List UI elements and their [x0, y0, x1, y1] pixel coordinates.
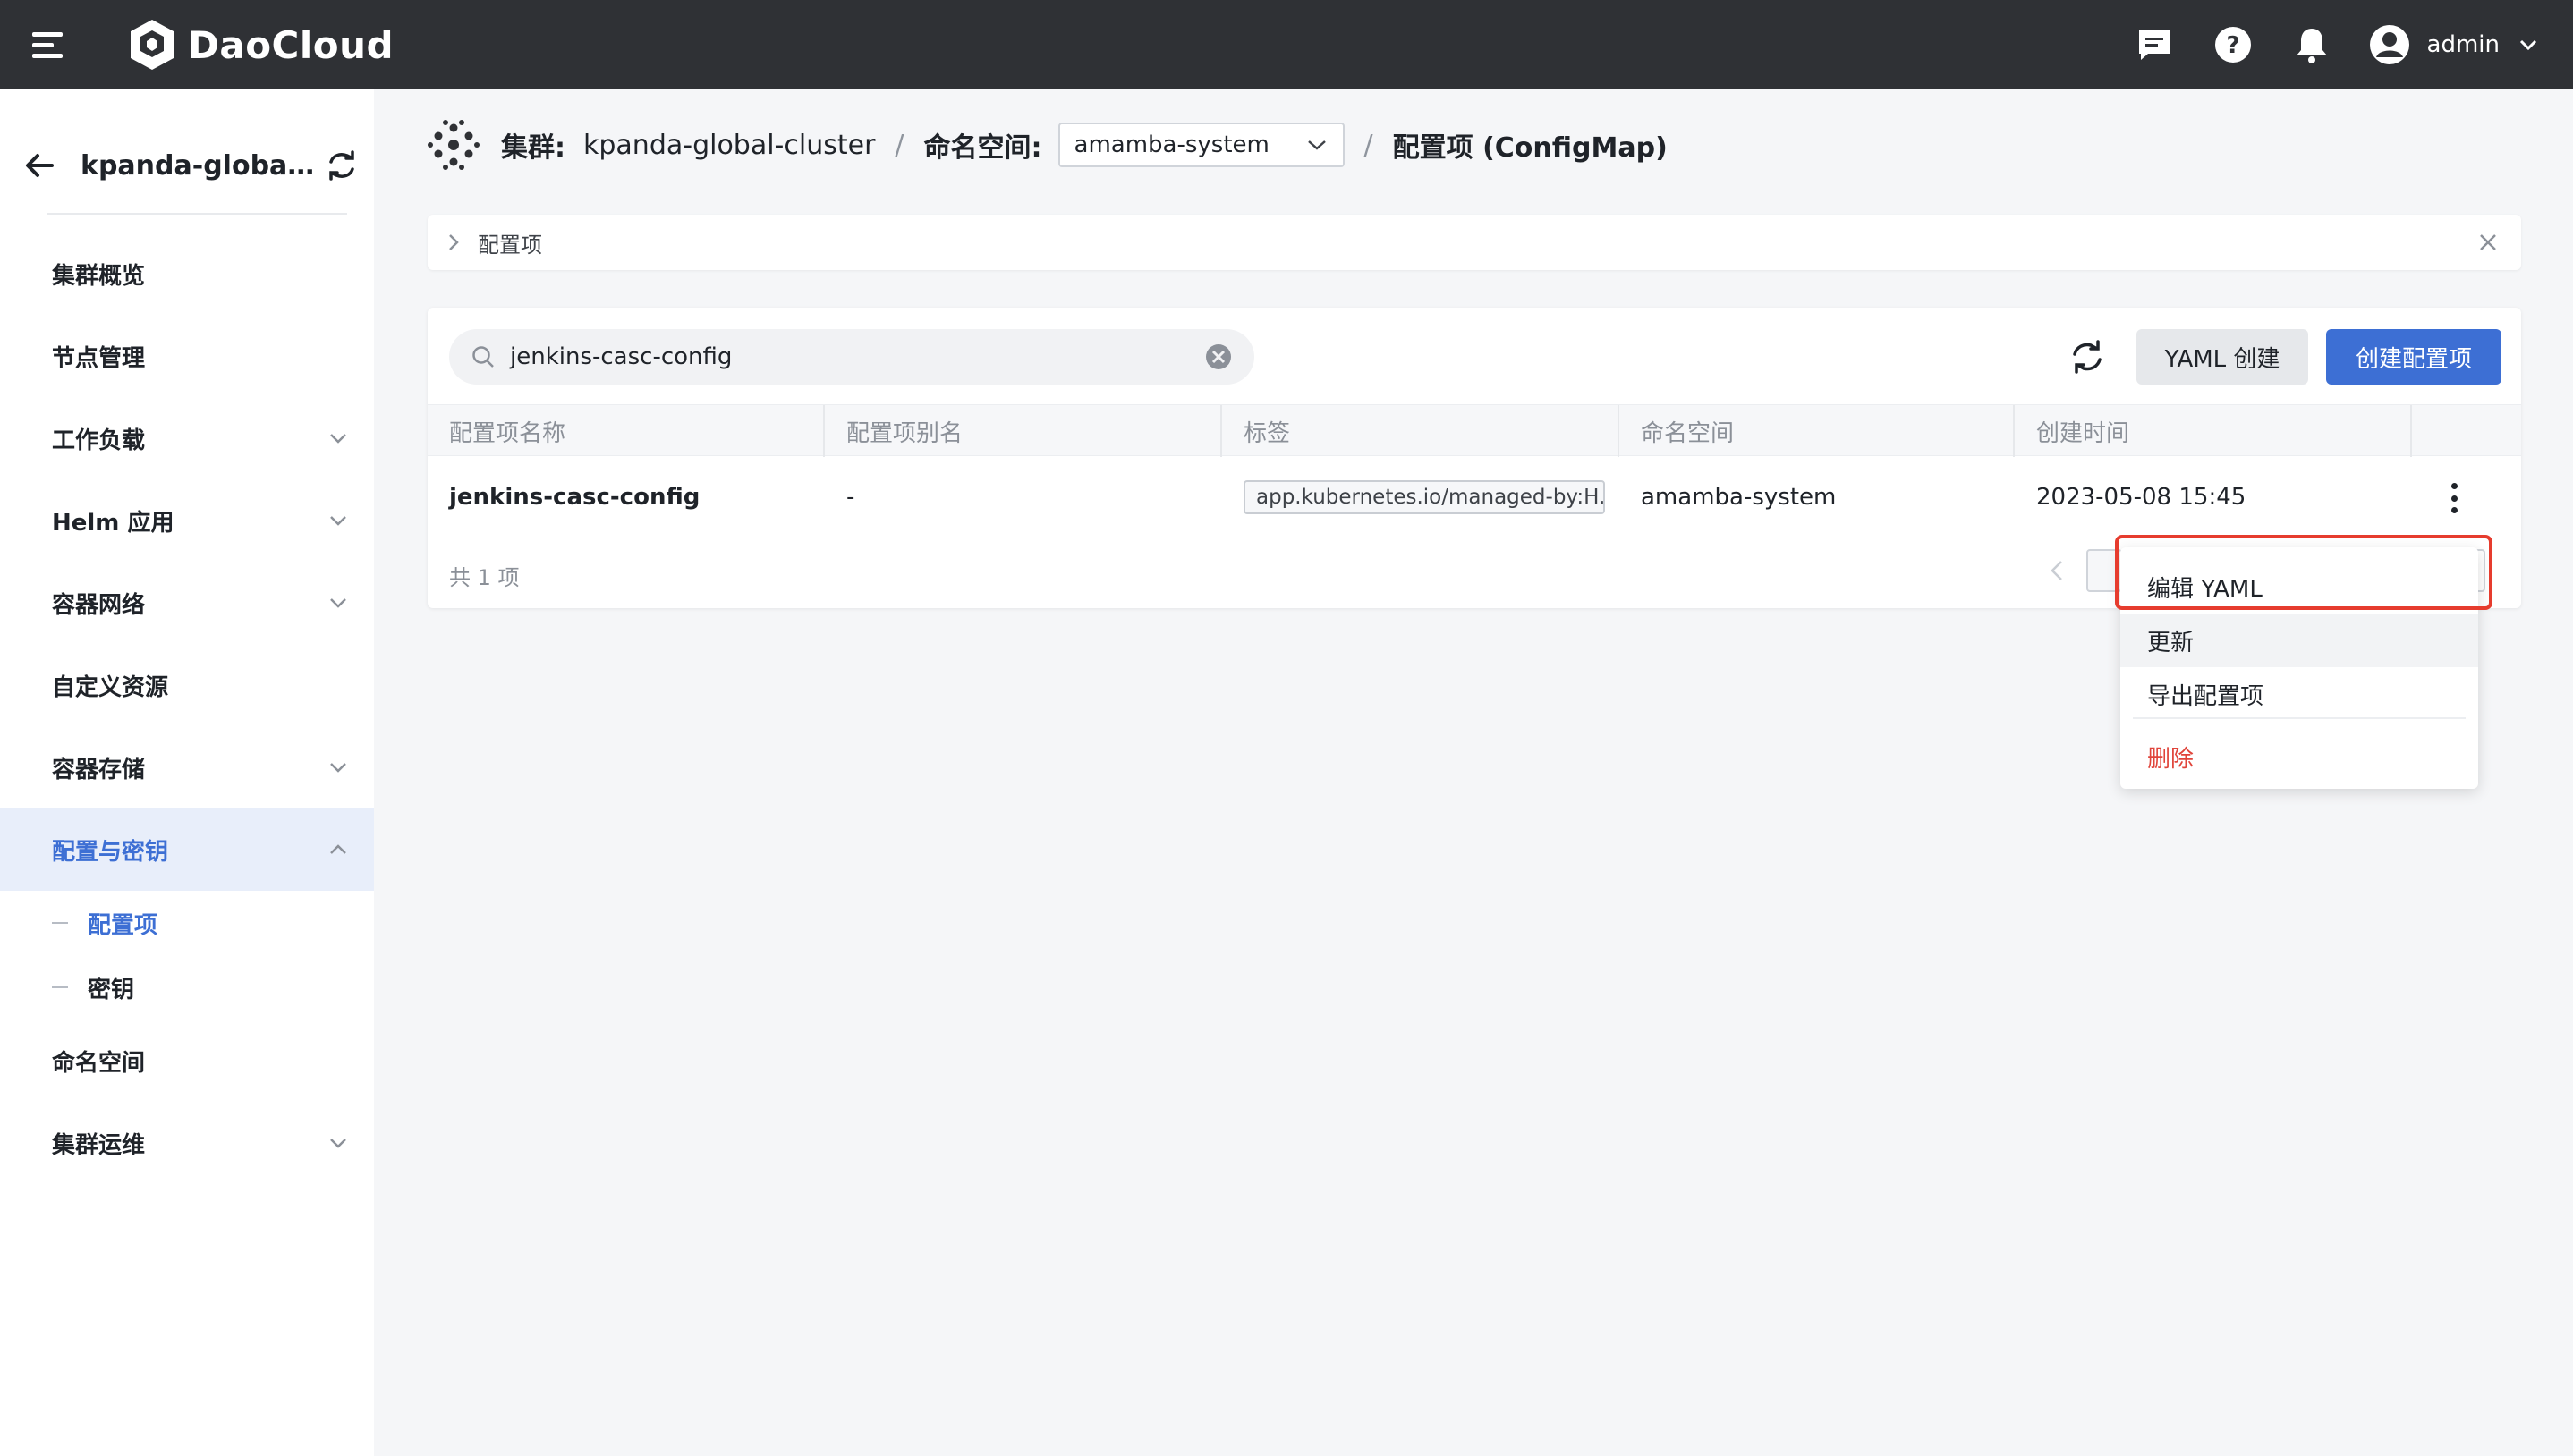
close-icon[interactable] [2476, 231, 2500, 254]
avatar-icon [2369, 25, 2409, 64]
sidebar-subitem-label: 密钥 [88, 976, 135, 1003]
sidebar: kpanda-global-cl... 集群概览 节点管理 工作负载 Helm … [0, 89, 374, 1456]
breadcrumb-separator: / [1363, 129, 1373, 161]
sidebar-item-label: 集群概览 [52, 262, 146, 290]
username: admin [2426, 31, 2500, 58]
sidebar-item-cluster-overview[interactable]: 集群概览 [0, 233, 374, 315]
breadcrumb-cluster[interactable]: kpanda-global-cluster [583, 130, 875, 161]
chevron-up-icon [330, 844, 346, 854]
menu-icon[interactable] [32, 29, 66, 61]
cluster-label: 集群: [501, 132, 565, 164]
sidebar-item-label: 容器存储 [52, 756, 146, 783]
create-configmap-button[interactable]: 创建配置项 [2326, 329, 2501, 385]
switch-cluster-icon[interactable] [324, 148, 360, 183]
sidebar-item-network[interactable]: 容器网络 [0, 562, 374, 644]
column-header-labels[interactable]: 标签 [1222, 405, 1619, 457]
sidebar-item-label: 命名空间 [52, 1049, 146, 1077]
sidebar-item-label: 集群运维 [52, 1131, 146, 1159]
menu-item-edit-yaml[interactable]: 编辑 YAML [2120, 560, 2478, 614]
column-header-actions [2412, 405, 2521, 457]
sidebar-subitem-label: 配置项 [88, 911, 158, 939]
chevron-down-icon [330, 763, 346, 773]
info-bar-label: 配置项 [478, 232, 542, 258]
breadcrumb-separator: / [895, 129, 904, 161]
sidebar-subitem-configmap[interactable]: 配置项 [0, 891, 374, 955]
sidebar-item-label: 配置与密钥 [52, 838, 169, 866]
sidebar-nav: 集群概览 节点管理 工作负载 Helm 应用 容器网络 自定义资源 容器存储 配… [0, 233, 374, 1184]
sidebar-subitem-secret[interactable]: 密钥 [0, 955, 374, 1020]
sidebar-item-label: Helm 应用 [52, 509, 174, 537]
message-icon[interactable] [2132, 22, 2177, 67]
refresh-icon[interactable] [2065, 334, 2110, 379]
user-menu[interactable]: admin [2368, 23, 2537, 66]
sidebar-item-helm-apps[interactable]: Helm 应用 [0, 479, 374, 562]
search-value: jenkins-casc-config [510, 343, 733, 370]
chevron-down-icon [1307, 140, 1326, 150]
menu-item-export[interactable]: 导出配置项 [2120, 667, 2478, 721]
sidebar-item-label: 容器网络 [52, 591, 146, 619]
breadcrumb: 集群: kpanda-global-cluster / 命名空间: amamba… [428, 116, 1668, 174]
cluster-icon [428, 120, 480, 170]
more-actions-icon[interactable] [2441, 483, 2467, 513]
help-icon[interactable]: ? [2211, 22, 2255, 67]
chevron-down-icon [330, 434, 346, 444]
brand-name: DaoCloud [188, 22, 395, 67]
menu-item-delete[interactable]: 删除 [2120, 730, 2478, 783]
info-bar: 配置项 [428, 215, 2521, 270]
chevron-left-icon[interactable] [2047, 558, 2068, 583]
sidebar-item-label: 工作负载 [52, 427, 146, 454]
sidebar-item-workloads[interactable]: 工作负载 [0, 397, 374, 479]
sidebar-item-nodes[interactable]: 节点管理 [0, 315, 374, 397]
cell-created: 2023-05-08 15:45 [2036, 484, 2246, 511]
chevron-down-icon [2519, 39, 2537, 51]
search-input[interactable]: jenkins-casc-config [449, 329, 1254, 385]
top-actions: ? admin [2098, 16, 2537, 73]
sidebar-item-namespaces[interactable]: 命名空间 [0, 1020, 374, 1102]
page-title: 配置项 (ConfigMap) [1392, 132, 1668, 164]
sidebar-item-config-secrets[interactable]: 配置与密钥 [0, 808, 374, 891]
column-header-name[interactable]: 配置项名称 [428, 405, 825, 457]
chevron-right-icon[interactable] [447, 233, 460, 252]
sub-dash [52, 922, 68, 924]
sidebar-item-custom-resources[interactable]: 自定义资源 [0, 644, 374, 726]
sidebar-divider [47, 213, 347, 215]
chevron-down-icon [330, 1139, 346, 1148]
daocloud-logo-icon [131, 20, 174, 70]
cluster-name: kpanda-global-cl... [81, 149, 315, 182]
table-row: jenkins-casc-config - app.kubernetes.io/… [428, 456, 2521, 538]
total-count: 共 1 项 [449, 565, 520, 590]
column-header-namespace[interactable]: 命名空间 [1619, 405, 2015, 457]
cell-labels: app.kubernetes.io/managed-by:H... [1222, 456, 1619, 538]
back-arrow-icon[interactable] [21, 148, 57, 183]
logo[interactable]: DaoCloud [127, 16, 394, 73]
search-icon [472, 346, 494, 368]
column-header-alias[interactable]: 配置项别名 [825, 405, 1222, 457]
cluster-header: kpanda-global-cl... [21, 125, 360, 206]
chevron-down-icon [330, 516, 346, 526]
yaml-create-button[interactable]: YAML 创建 [2136, 329, 2308, 385]
row-actions-menu: 编辑 YAML 更新 导出配置项 删除 [2120, 547, 2478, 789]
svg-text:?: ? [2226, 32, 2239, 59]
menu-item-update[interactable]: 更新 [2120, 614, 2478, 667]
cell-alias: - [846, 484, 855, 511]
column-header-created[interactable]: 创建时间 [2015, 405, 2412, 457]
sidebar-item-cluster-ops[interactable]: 集群运维 [0, 1102, 374, 1184]
sidebar-item-storage[interactable]: 容器存储 [0, 726, 374, 808]
menu-divider [2133, 717, 2466, 719]
sub-dash [52, 986, 68, 988]
top-bar: DaoCloud ? admin [0, 0, 2573, 89]
clear-icon[interactable] [1204, 343, 1233, 371]
cell-name[interactable]: jenkins-casc-config [428, 456, 825, 538]
notification-bell-icon[interactable] [2289, 22, 2334, 67]
table-header: 配置项名称 配置项别名 标签 命名空间 创建时间 [428, 404, 2521, 457]
sidebar-item-label: 节点管理 [52, 344, 146, 372]
label-tag: app.kubernetes.io/managed-by:H... [1244, 480, 1605, 514]
chevron-down-icon [330, 598, 346, 608]
sidebar-item-label: 自定义资源 [52, 673, 169, 701]
namespace-select[interactable]: amamba-system [1057, 123, 1345, 167]
cell-namespace: amamba-system [1641, 484, 1837, 511]
namespace-select-value: amamba-system [1074, 131, 1270, 158]
namespace-label: 命名空间: [923, 132, 1042, 164]
page-number[interactable] [2086, 549, 2122, 592]
